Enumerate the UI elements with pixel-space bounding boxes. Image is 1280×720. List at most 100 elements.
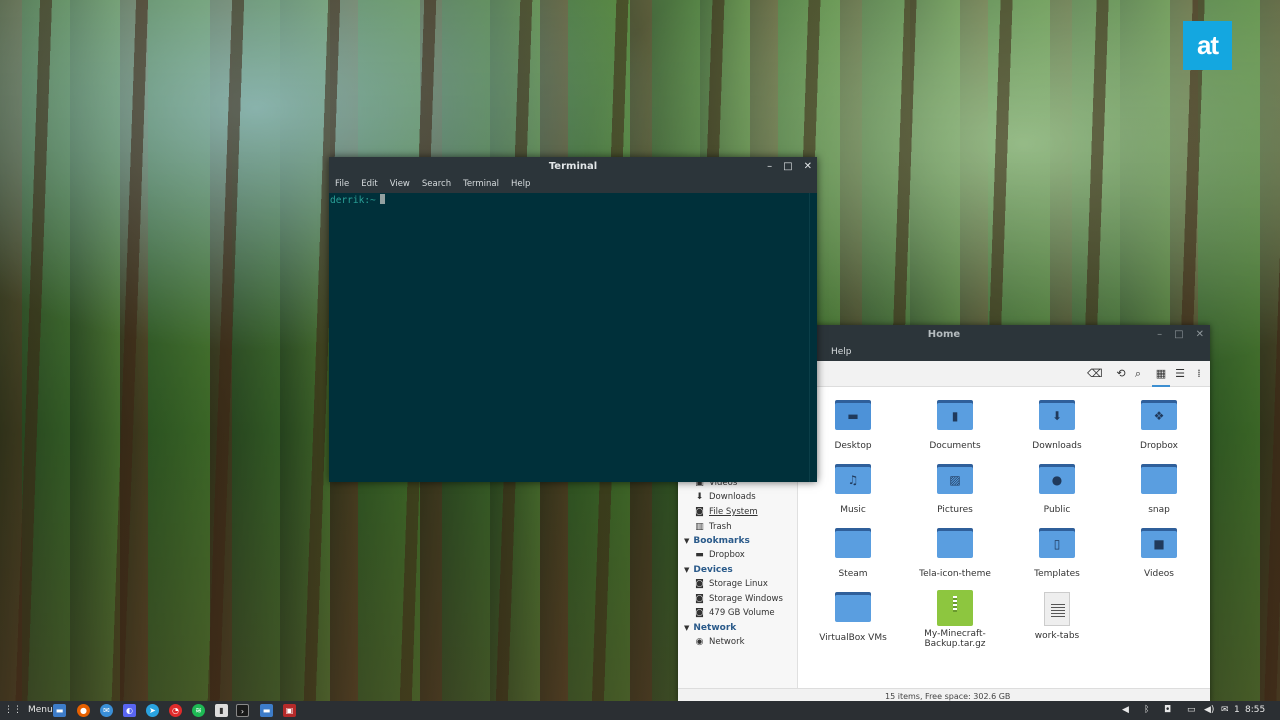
site-logo: at [1183, 21, 1232, 70]
files-taskbar-icon[interactable]: ▬ [260, 704, 273, 717]
file-item-videos[interactable]: ■ Videos [1109, 528, 1209, 579]
section-label: Bookmarks [693, 536, 750, 546]
text-cursor [379, 194, 385, 204]
sidebar-item-label: File System [709, 507, 758, 517]
spotify-icon[interactable]: ≋ [192, 704, 205, 717]
file-label: Dropbox [1140, 441, 1178, 451]
file-item-desktop[interactable]: ▬ Desktop [803, 400, 903, 451]
sidebar-item-label: Downloads [709, 492, 756, 502]
window-title: Terminal [548, 161, 598, 172]
file-item-music[interactable]: ♫ Music [803, 464, 903, 515]
public-folder-icon: ● [1039, 464, 1075, 494]
list-view-icon[interactable]: ☰ [1173, 367, 1187, 381]
clock[interactable]: 8:55 AM [1245, 701, 1280, 720]
sidebar-header-bookmarks[interactable]: ▼ Bookmarks [684, 534, 750, 548]
pocket-casts-icon[interactable]: ◔ [169, 704, 182, 717]
compact-view-icon[interactable]: ⁞ [1192, 367, 1206, 381]
file-label: snap [1148, 505, 1170, 515]
folder-icon [937, 528, 973, 558]
sidebar-header-network[interactable]: ▼ Network [684, 621, 736, 635]
clear-location-icon[interactable]: ⌫ [1087, 367, 1103, 381]
expand-triangle-icon: ▼ [684, 537, 690, 545]
file-label: My-Minecraft- Backup.tar.gz [905, 629, 1005, 649]
volume-icon[interactable]: ◀) [1204, 701, 1214, 720]
minimize-icon[interactable]: – [1157, 325, 1162, 344]
sidebar-item-dropbox[interactable]: ▬ Dropbox [695, 548, 745, 562]
telegram-icon[interactable]: ➤ [146, 704, 159, 717]
menu-search[interactable]: Search [422, 176, 451, 193]
refresh-icon[interactable]: ⟲ [1114, 367, 1128, 381]
file-item-steam[interactable]: Steam [803, 528, 903, 579]
music-folder-icon: ♫ [835, 464, 871, 494]
file-item-downloads[interactable]: ⬇ Downloads [1007, 400, 1107, 451]
folder-icon [835, 592, 871, 622]
notification-count: 1 [1234, 705, 1240, 715]
shell-prompt: derrik:~ [330, 195, 376, 206]
terminal-titlebar[interactable]: Terminal – □ ✕ [329, 157, 817, 176]
show-desktop-icon[interactable]: ▬ [53, 704, 66, 717]
file-label-line: Backup.tar.gz [924, 639, 986, 649]
file-item-virtualbox-vms[interactable]: VirtualBox VMs [803, 592, 903, 643]
arrow-left-icon[interactable]: ◀ [1122, 701, 1129, 720]
icon-view-icon[interactable]: ▦ [1154, 367, 1168, 381]
archive-icon [937, 590, 973, 626]
menu-terminal[interactable]: Terminal [463, 176, 499, 193]
file-label: Templates [1034, 569, 1080, 579]
file-item-work-tabs[interactable]: work-tabs [1007, 592, 1107, 641]
sidebar-item-storage-windows[interactable]: ◙ Storage Windows [695, 592, 783, 606]
keepass-icon[interactable]: ▮ [215, 704, 228, 717]
folder-icon: ▬ [695, 549, 704, 560]
file-item-tela-icon-theme[interactable]: Tela-icon-theme [905, 528, 1005, 579]
file-label: Desktop [834, 441, 872, 451]
camera-icon[interactable]: ◘ [1164, 701, 1171, 720]
display-icon[interactable]: ▭ [1187, 701, 1196, 720]
firefox-icon[interactable]: ● [77, 704, 90, 717]
menu-button[interactable]: ⋮⋮ Menu [4, 701, 53, 720]
sidebar-item-file-system[interactable]: ◙ File System [695, 505, 758, 519]
menu-view[interactable]: View [390, 176, 410, 193]
file-item-public[interactable]: ● Public [1007, 464, 1107, 515]
notification-icon[interactable]: ✉ [1221, 701, 1229, 720]
file-label: Music [840, 505, 866, 515]
close-icon[interactable]: ✕ [1196, 325, 1204, 344]
maximize-icon[interactable]: □ [783, 157, 792, 176]
file-label: Steam [838, 569, 868, 579]
search-icon[interactable]: ⌕ [1131, 367, 1145, 381]
file-item-templates[interactable]: ▯ Templates [1007, 528, 1107, 579]
sidebar-item-network[interactable]: ◉ Network [695, 635, 745, 649]
file-item-minecraft-backup[interactable]: My-Minecraft- Backup.tar.gz [905, 590, 1005, 649]
close-icon[interactable]: ✕ [804, 157, 812, 176]
file-label: Pictures [937, 505, 973, 515]
menu-file[interactable]: File [335, 176, 349, 193]
screen-recorder-icon[interactable]: ▣ [283, 704, 296, 717]
file-label: Videos [1144, 569, 1174, 579]
file-item-dropbox[interactable]: ❖ Dropbox [1109, 400, 1209, 451]
sidebar-header-devices[interactable]: ▼ Devices [684, 563, 733, 577]
sidebar-item-label: Dropbox [709, 550, 745, 560]
sidebar-item-storage-linux[interactable]: ◙ Storage Linux [695, 577, 768, 591]
downloads-folder-icon: ⬇ [1039, 400, 1075, 430]
menu-edit[interactable]: Edit [361, 176, 377, 193]
file-item-snap[interactable]: snap [1109, 464, 1209, 515]
sidebar-item-volume[interactable]: ◙ 479 GB Volume [695, 606, 775, 620]
menu-help[interactable]: Help [831, 344, 852, 361]
bluetooth-icon[interactable]: ᛒ [1144, 701, 1149, 720]
templates-folder-icon: ▯ [1039, 528, 1075, 558]
menu-help[interactable]: Help [511, 176, 530, 193]
thunderbird-icon[interactable]: ✉ [100, 704, 113, 717]
pictures-folder-icon: ▨ [937, 464, 973, 494]
terminal-window[interactable]: Terminal – □ ✕ File Edit View Search Ter… [329, 157, 817, 482]
sidebar-item-downloads[interactable]: ⬇ Downloads [695, 490, 756, 504]
taskbar: ⋮⋮ Menu ▬ ● ✉ ◐ ➤ ◔ ≋ ▮ › ▬ ▣ ◀ ᛒ ◘ ▭ ◀)… [0, 701, 1280, 720]
file-item-pictures[interactable]: ▨ Pictures [905, 464, 1005, 515]
maximize-icon[interactable]: □ [1174, 325, 1183, 344]
sidebar-item-trash[interactable]: ▥ Trash [695, 520, 731, 534]
file-item-documents[interactable]: ▮ Documents [905, 400, 1005, 451]
terminal-output[interactable]: derrik:~ [329, 193, 809, 482]
minimize-icon[interactable]: – [767, 157, 772, 176]
discord-icon[interactable]: ◐ [123, 704, 136, 717]
sidebar-item-label: Trash [709, 522, 732, 532]
terminal-scrollbar[interactable] [809, 193, 817, 482]
file-grid: ▬ Desktop ▮ Documents ⬇ Downloads ❖ Drop… [798, 387, 1210, 687]
terminal-taskbar-icon[interactable]: › [236, 704, 249, 717]
